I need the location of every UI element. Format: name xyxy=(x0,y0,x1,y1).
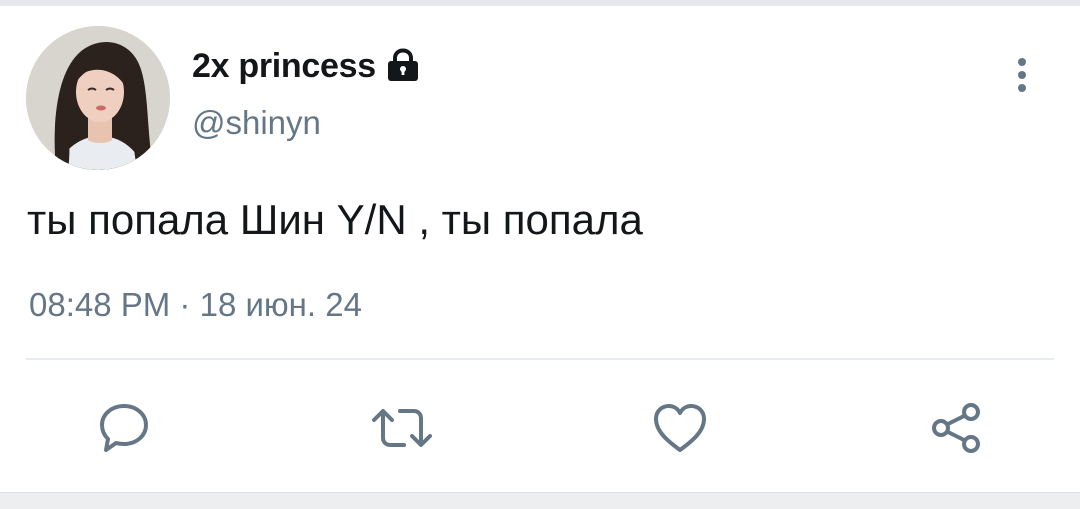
tweet-text: ты попала Шин Y/N , ты попала xyxy=(27,196,643,243)
handle[interactable]: @shinyn xyxy=(192,104,321,142)
comment-icon xyxy=(100,404,148,452)
tweet-timestamp: 08:48 PM · 18 июн. 24 xyxy=(29,286,362,324)
reply-button[interactable] xyxy=(96,400,152,456)
heart-icon xyxy=(654,404,706,452)
avatar[interactable] xyxy=(26,26,170,170)
bottom-border xyxy=(0,492,1080,509)
tweet-card: 2x princess @shinyn ты попала Шин Y/N , … xyxy=(0,6,1080,492)
tweet-time: 08:48 PM xyxy=(29,286,171,323)
lock-icon xyxy=(384,47,422,85)
retweet-button[interactable] xyxy=(370,400,432,456)
display-name[interactable]: 2x princess xyxy=(192,47,376,86)
author-name-row: 2x princess xyxy=(192,46,422,86)
vertical-dots-icon[interactable] xyxy=(1002,54,1042,100)
tweet-date: 18 июн. 24 xyxy=(199,286,362,323)
share-icon xyxy=(932,403,980,453)
share-button[interactable] xyxy=(928,400,984,456)
like-button[interactable] xyxy=(651,400,707,456)
avatar-photo xyxy=(26,26,170,170)
retweet-icon xyxy=(372,409,432,447)
meta-separator: · xyxy=(179,286,191,323)
divider xyxy=(26,358,1054,360)
